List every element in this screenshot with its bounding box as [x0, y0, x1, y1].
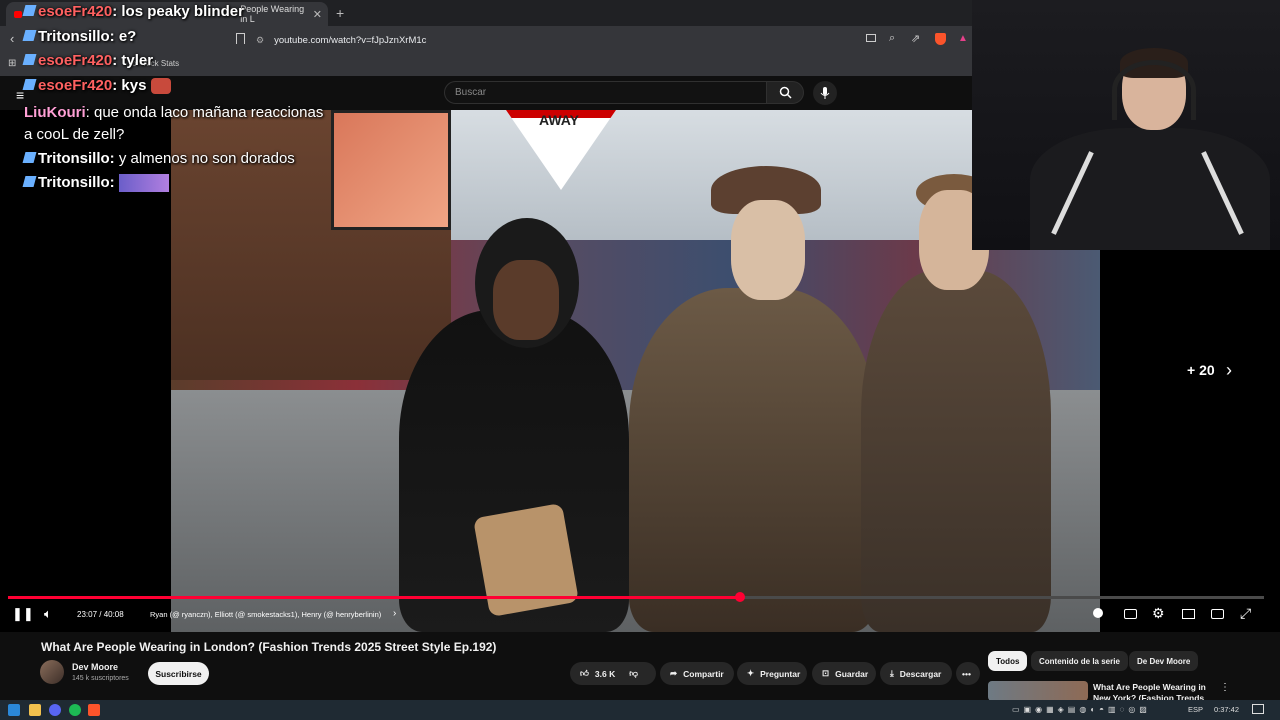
paper-bag: [473, 502, 579, 618]
sword-badge-icon: [22, 54, 37, 65]
subscribe-button[interactable]: Suscribirse: [148, 662, 209, 685]
share-icon[interactable]: ⇗: [911, 32, 920, 45]
more-actions-button[interactable]: •••: [956, 662, 980, 685]
jacket-stripe: [1201, 151, 1244, 235]
autoplay-toggle[interactable]: [1093, 608, 1103, 618]
url-field[interactable]: ⚙ youtube.com/watch?v=fJpJznXrM1c: [256, 30, 856, 50]
avatar[interactable]: [40, 660, 64, 684]
subscriber-count: 145 k suscriptores: [72, 675, 129, 682]
person-ryan-face: [493, 260, 559, 340]
settings-gear-icon[interactable]: ⚙: [1152, 605, 1165, 622]
zoom-icon[interactable]: ⌕: [889, 32, 895, 45]
brave-icon[interactable]: [88, 704, 100, 716]
recommendation-title[interactable]: What Are People Wearing in New York? (Fa…: [1093, 682, 1213, 700]
webcam-overlay: [972, 0, 1280, 250]
chat-message: LiuKouri: que onda laco mañana reacciona…: [24, 104, 324, 121]
volume-icon[interactable]: 🔈︎: [44, 606, 52, 622]
chevron-right-icon[interactable]: ›: [1226, 360, 1232, 381]
subtitles-icon[interactable]: [1124, 609, 1137, 619]
video-billboard: [331, 110, 451, 230]
chip-channel[interactable]: De Dev Moore: [1129, 651, 1199, 671]
share-button[interactable]: ➦ Compartir: [660, 662, 734, 685]
person-henry: [861, 270, 1051, 632]
more-dots-icon: •••: [962, 668, 971, 679]
sword-badge-icon: [22, 5, 37, 16]
voice-search-button[interactable]: [813, 81, 837, 105]
emote-icon: [150, 78, 171, 95]
search-button[interactable]: [766, 81, 804, 104]
start-icon[interactable]: [8, 704, 20, 716]
webcam-person-body: [1030, 128, 1270, 250]
chapter-title[interactable]: Ryan (@ ryanczn), Elliott (@ smokestacks…: [150, 610, 381, 619]
thumbs-up-icon: 👍︎: [580, 668, 589, 678]
person-elliott-face: [731, 200, 805, 300]
chat-message: esoeFr420: kys: [22, 77, 171, 95]
stream-chat-overlay: esoeFr420: los peaky blinder Tritonsillo…: [0, 0, 340, 200]
chat-message: Tritonsillo:: [22, 174, 169, 193]
tray-clock: 0:37:42: [1214, 705, 1240, 714]
sword-badge-icon: [22, 176, 37, 187]
share-arrow-icon: ➦: [670, 668, 678, 678]
pause-icon[interactable]: ❚❚: [12, 606, 34, 622]
recommendation-thumbnail[interactable]: [988, 681, 1088, 701]
sword-badge-icon: [22, 30, 37, 41]
notification-icon[interactable]: [1252, 704, 1264, 714]
tray-language[interactable]: ESP: [1188, 705, 1203, 714]
download-icon: ⤓: [890, 668, 894, 678]
bookmark-icon: ⊡: [822, 668, 830, 678]
like-count: 3.6 K: [594, 668, 616, 679]
rewards-icon[interactable]: ▲: [958, 33, 968, 44]
ask-button[interactable]: ✦ Preguntar: [737, 662, 807, 685]
more-vert-icon[interactable]: ⋮: [1220, 682, 1230, 693]
download-button[interactable]: ⤓ Descargar: [880, 662, 952, 685]
video-title: What Are People Wearing in London? (Fash…: [41, 640, 497, 654]
system-tray-icons[interactable]: ▭▣◉▦◈▤◍◐◓▥◌◎▨: [1012, 705, 1151, 714]
brave-shield-icon[interactable]: [935, 33, 946, 45]
sparkle-icon: ✦: [747, 668, 755, 678]
cast-icon[interactable]: [1211, 609, 1224, 619]
explorer-icon[interactable]: [29, 704, 41, 716]
emote-icon: [118, 174, 169, 193]
chat-message-continuation: a cooL de zell?: [24, 126, 125, 143]
chip-series[interactable]: Contenido de la serie: [1031, 651, 1128, 671]
more-items-count[interactable]: + 20: [1187, 362, 1215, 378]
like-dislike-button[interactable]: 👍︎ 3.6 K 👎︎: [570, 662, 656, 685]
chat-message: Tritonsillo: y almenos no son dorados: [22, 150, 295, 167]
headphones-icon: [1112, 60, 1196, 120]
cast-icon[interactable]: [866, 34, 876, 42]
chat-message: Tritonsillo: e?: [22, 28, 136, 45]
discord-icon[interactable]: [49, 704, 61, 716]
thumbs-down-icon[interactable]: 👎︎: [629, 668, 638, 679]
sword-badge-icon: [22, 152, 37, 163]
search-input[interactable]: Buscar: [444, 81, 768, 104]
person-elliott: [629, 288, 877, 632]
search-icon: [779, 86, 792, 99]
microphone-icon: [820, 86, 830, 99]
chat-message: esoeFr420: los peaky blinder: [22, 3, 244, 20]
chevron-right-icon[interactable]: ›: [393, 608, 396, 619]
jacket-stripe: [1051, 151, 1094, 235]
sword-badge-icon: [22, 79, 37, 90]
road-sign-text: AWAY: [539, 112, 579, 128]
time-display: 23:07 / 40:08: [77, 610, 124, 619]
channel-name[interactable]: Dev Moore: [72, 662, 118, 672]
progress-bar: [8, 596, 741, 599]
save-button[interactable]: ⊡ Guardar: [812, 662, 876, 685]
chat-message: esoeFr420: tyler: [22, 52, 153, 69]
spotify-icon[interactable]: [69, 704, 81, 716]
miniplayer-icon[interactable]: [1182, 609, 1195, 619]
chip-all[interactable]: Todos: [988, 651, 1028, 671]
fullscreen-icon[interactable]: ⤢: [1240, 605, 1251, 622]
